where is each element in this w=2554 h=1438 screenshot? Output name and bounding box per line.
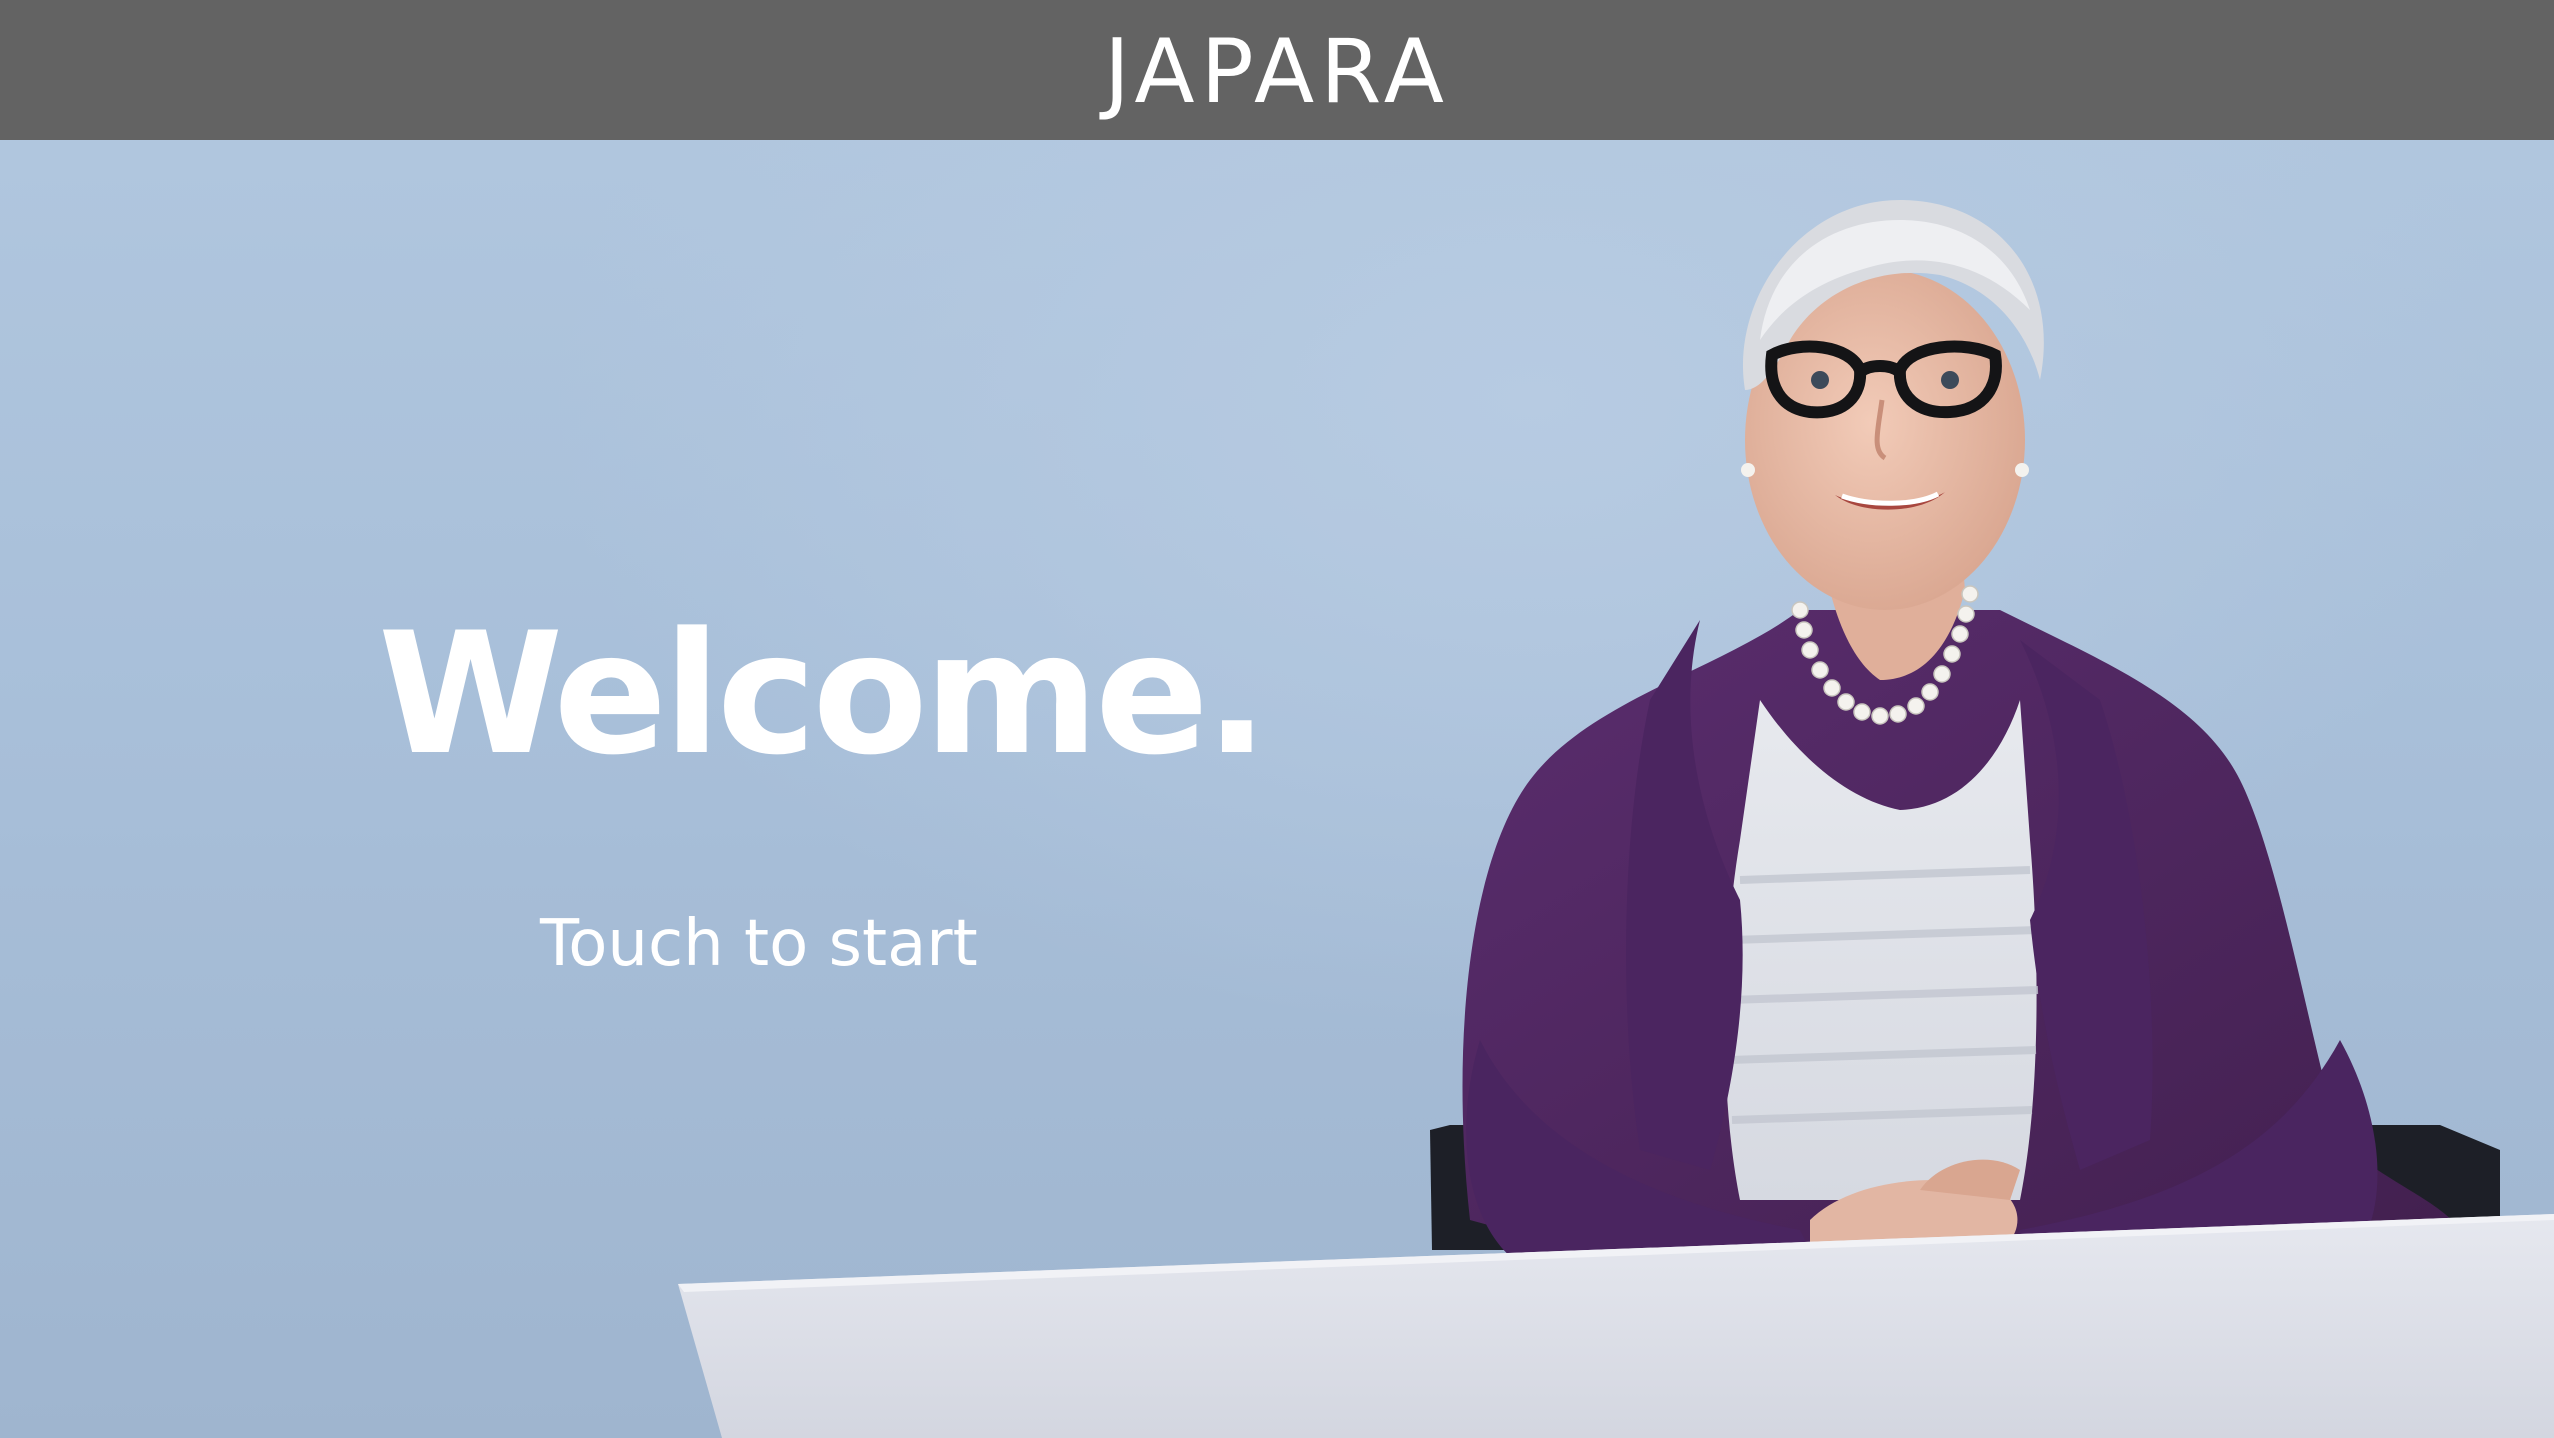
hero-photo-illustration [1430,200,2500,1270]
top-header-bar: JAPARA [0,0,2554,140]
welcome-heading: Welcome. [378,596,1269,792]
hero-photo [1380,140,2554,1438]
kiosk-welcome-screen: JAPARA Welcome. Touch to start [0,0,2554,1438]
touch-to-start-prompt[interactable]: Touch to start [540,912,978,976]
brand-logo: JAPARA [1103,20,1451,123]
touch-to-start-area[interactable]: Welcome. Touch to start [0,140,2554,1438]
